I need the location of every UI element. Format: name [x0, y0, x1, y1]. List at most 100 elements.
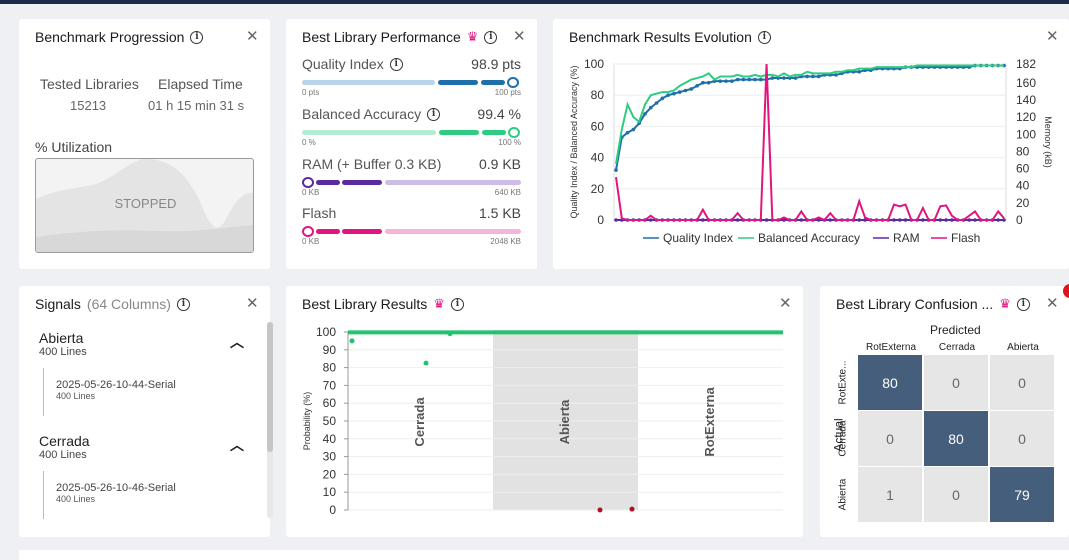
min-label: 0 pts	[302, 88, 320, 97]
data-point	[677, 90, 682, 94]
y-axis-label: Quality Index / Balanced Accuracy (%)	[569, 65, 579, 218]
elapsed-time-label: Elapsed Time	[158, 76, 243, 92]
metric-value: 98.9 pts	[471, 56, 521, 72]
max-label: 100 %	[498, 138, 521, 147]
confusion-cell: 79	[990, 467, 1054, 522]
data-point	[701, 80, 705, 85]
data-point	[689, 87, 694, 91]
tree-line	[43, 471, 44, 519]
data-point	[753, 77, 757, 82]
data-point	[349, 338, 355, 344]
metric-value: 0.9 KB	[478, 156, 521, 172]
y-tick-label: 0	[329, 503, 336, 517]
close-icon[interactable]: ✕	[246, 29, 259, 44]
metric-label: Balanced Accuracy	[302, 106, 422, 122]
data-point	[747, 77, 751, 82]
y-tick-label: 90	[323, 343, 337, 357]
data-point	[793, 76, 798, 80]
metric-value: 99.4 %	[477, 106, 521, 122]
metric-slider	[302, 127, 521, 138]
y-tick-label: 80	[323, 361, 337, 375]
metric-slider	[302, 77, 521, 88]
bar-segment	[385, 180, 521, 185]
y-tick-label: 40	[323, 432, 337, 446]
scrollbar[interactable]	[267, 322, 273, 518]
data-point	[706, 80, 711, 85]
metric-label: Flash	[302, 205, 337, 221]
elapsed-time-value: 01 h 15 min 31 s	[148, 98, 245, 113]
min-label: 0 KB	[302, 188, 320, 197]
data-point	[944, 218, 948, 222]
confusion-cell: 0	[990, 411, 1054, 466]
card-title: Best Library Confusion ... ♛ i	[836, 296, 1030, 312]
signal-file[interactable]: 2025-05-26-10-46-Serial 400 Lines	[56, 482, 176, 504]
data-point	[423, 360, 429, 366]
data-point	[764, 218, 769, 222]
y-tick-label: 60	[323, 396, 337, 410]
top-bar	[0, 0, 1069, 4]
metric-label: RAM (+ Buffer 0.3 KB)	[302, 156, 442, 172]
actual-class-label: Abierta	[837, 478, 849, 511]
y2-tick-label: 160	[1016, 76, 1036, 90]
data-point	[811, 74, 815, 79]
data-point	[857, 218, 862, 222]
data-point	[857, 70, 862, 74]
y-tick-label: 100	[316, 325, 336, 339]
crown-icon: ♛	[999, 296, 1011, 311]
predicted-class-label: RotExterna	[865, 342, 917, 353]
data-point	[614, 218, 618, 222]
close-icon[interactable]: ✕	[1046, 296, 1059, 311]
signal-file[interactable]: 2025-05-26-10-44-Serial 400 Lines	[56, 379, 176, 401]
data-point	[735, 77, 740, 82]
data-point	[683, 88, 688, 93]
data-point	[701, 218, 705, 222]
data-point	[938, 218, 943, 222]
max-label: 640 KB	[494, 188, 521, 197]
metric-slider	[302, 177, 521, 188]
metric-slider	[302, 226, 521, 237]
chevron-up-icon[interactable]: ︿	[230, 332, 244, 352]
scroll-thumb[interactable]	[267, 322, 273, 452]
data-point	[903, 218, 908, 222]
signal-group-cerrada[interactable]: Cerrada 400 Lines ︿	[39, 433, 244, 461]
data-point	[816, 74, 821, 79]
series-line-quality-index	[615, 64, 1004, 171]
min-label: 0 %	[302, 138, 316, 147]
info-icon[interactable]: i	[389, 57, 403, 71]
bar-segment	[438, 130, 479, 135]
data-point	[730, 79, 734, 83]
info-icon[interactable]: i	[427, 107, 441, 121]
info-icon[interactable]: i	[176, 297, 190, 311]
y-tick-label: 60	[591, 119, 605, 133]
data-point	[660, 96, 665, 101]
crown-icon: ♛	[466, 29, 479, 44]
results-chart: 0 10 20 30 40 50 60 70 80 90 100 Probability (%) Cer…	[302, 325, 783, 517]
best-library-results-card: Best Library Results ♛ i ✕ 0 10 20 30 40 50 60…	[286, 286, 803, 537]
data-point	[1002, 218, 1006, 222]
signal-group-abierta[interactable]: Abierta 400 Lines ︿	[39, 330, 244, 358]
info-icon[interactable]: i	[484, 30, 498, 44]
info-icon[interactable]: i	[1016, 297, 1030, 311]
misclassified-point	[629, 506, 635, 512]
predicted-label: Predicted	[930, 323, 981, 337]
data-point	[805, 74, 809, 79]
y2-tick-label: 20	[1016, 196, 1030, 210]
bar-segment	[316, 180, 341, 185]
data-point	[643, 112, 647, 116]
confusion-cell: 80	[924, 411, 988, 466]
close-icon[interactable]: ✕	[246, 296, 259, 311]
confusion-matrix-card: Best Library Confusion ... ♛ i ✕ Predict…	[820, 284, 1069, 537]
data-point	[973, 218, 977, 222]
confusion-cell: 0	[990, 355, 1054, 410]
benchmark-progression-card: Benchmark Progression i ✕ Tested Librari…	[19, 19, 270, 269]
y-tick-label: 20	[591, 182, 605, 196]
y2-tick-label: 140	[1016, 93, 1036, 107]
data-point	[631, 127, 636, 132]
slider-knob	[302, 177, 315, 188]
data-point	[724, 79, 728, 83]
close-icon[interactable]: ✕	[513, 29, 526, 44]
chevron-up-icon[interactable]: ︿	[230, 435, 244, 455]
info-icon[interactable]: i	[190, 30, 204, 44]
data-point	[782, 76, 786, 80]
class-label: Abierta	[557, 399, 572, 445]
